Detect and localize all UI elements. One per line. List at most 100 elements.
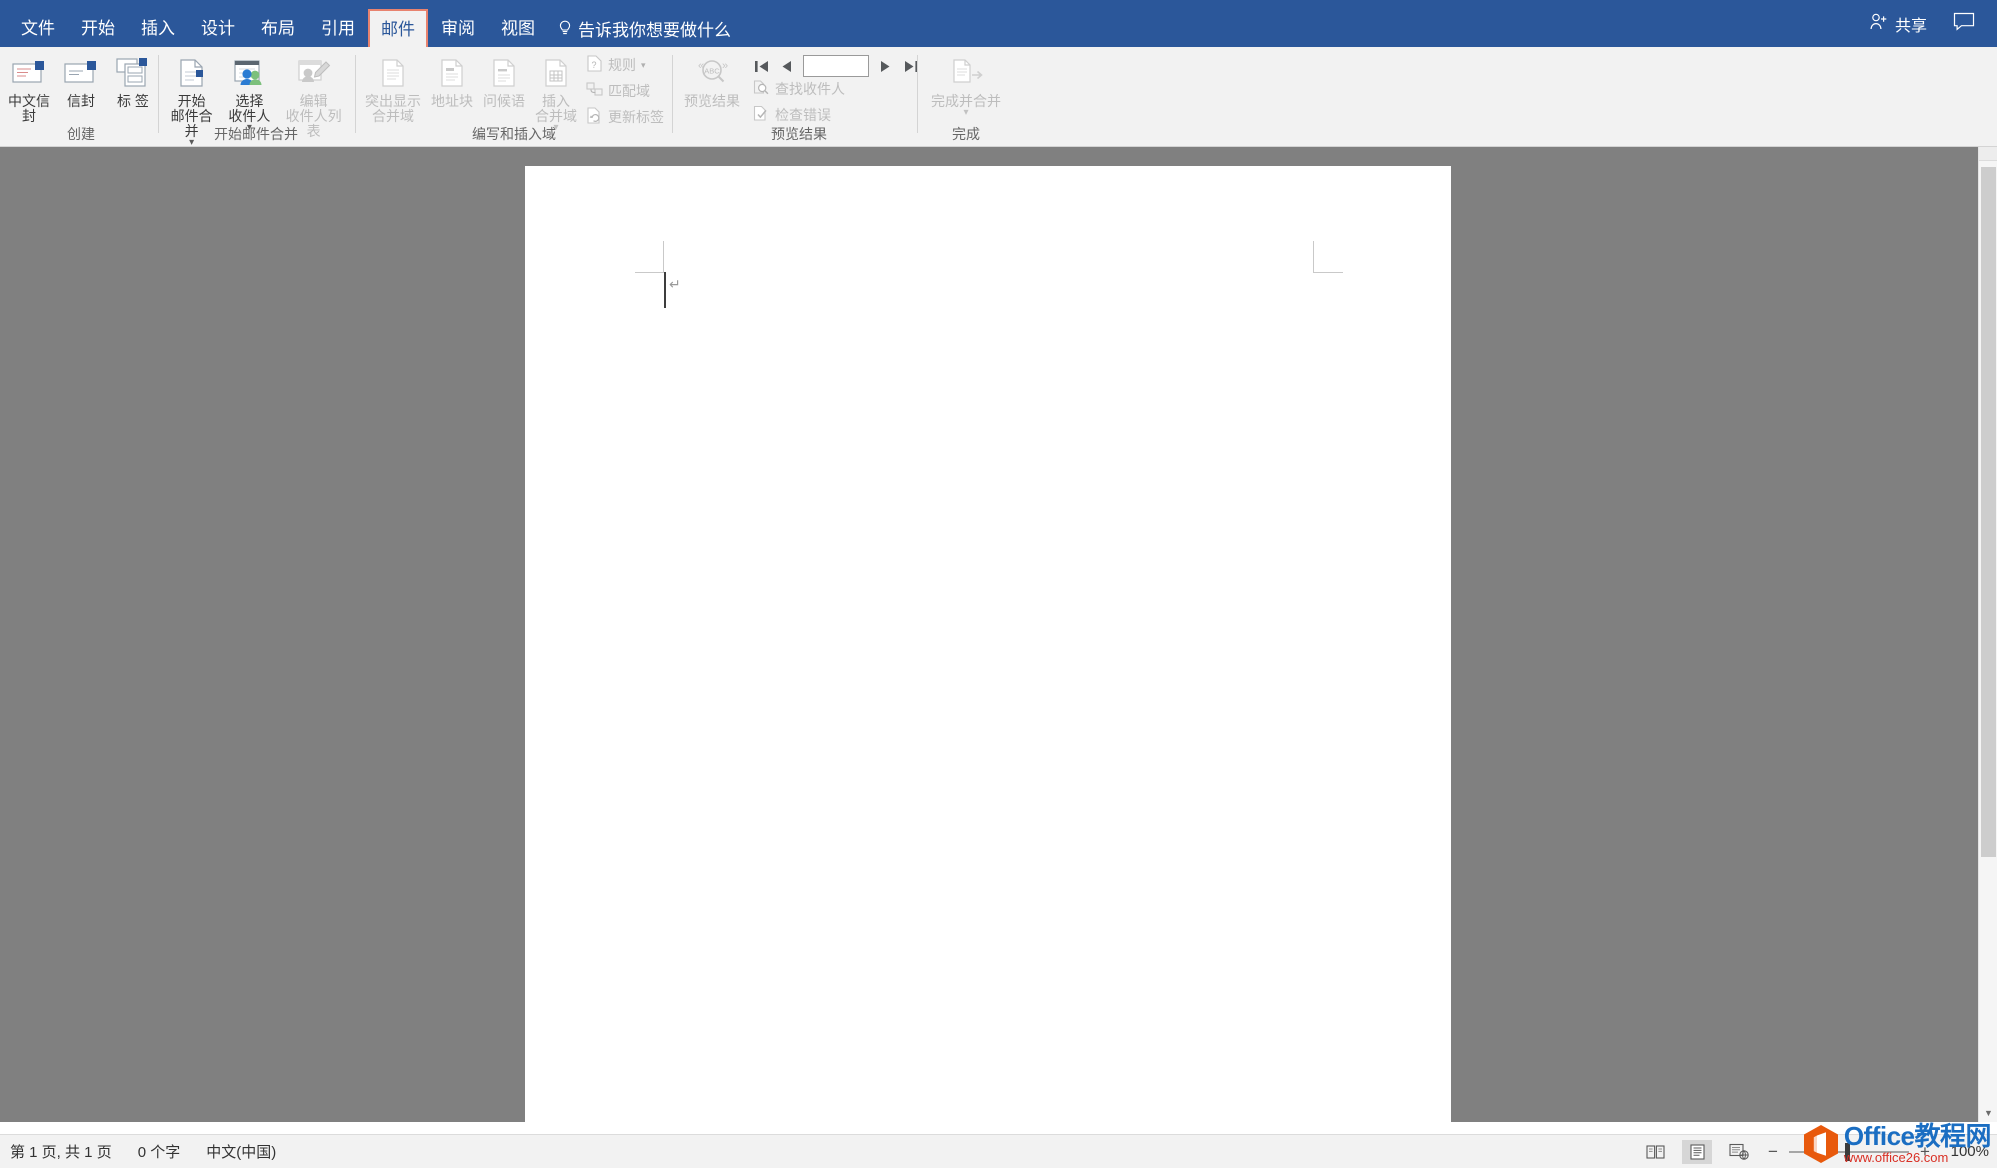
titlebar-right-actions: 共享 [1869,0,1989,47]
group-divider [917,55,918,133]
envelopes-label: 信封 [67,94,95,109]
zoom-in-button[interactable]: + [1918,1142,1932,1162]
share-button[interactable]: 共享 [1869,12,1927,36]
envelope-icon [63,53,99,93]
lightbulb-icon [558,20,572,36]
read-mode-view-button[interactable] [1640,1140,1670,1164]
tab-file[interactable]: 文件 [8,9,68,47]
write-insert-small-buttons: ? 规则 ▾ 匹配域 更新 [582,51,668,127]
zoom-slider-thumb[interactable] [1845,1143,1850,1161]
word-application-window: 文件 开始 插入 设计 布局 引用 邮件 审阅 视图 告诉我你想要做什么 共享 [0,0,1997,1168]
match-fields-label: 匹配域 [608,81,650,101]
tab-layout[interactable]: 布局 [248,9,308,47]
last-record-icon[interactable] [901,56,921,76]
tab-review[interactable]: 审阅 [428,9,488,47]
preview-results-label: 预览结果 [684,94,740,109]
first-record-icon[interactable] [751,56,771,76]
find-recipient-button[interactable]: 查找收件人 [749,79,923,99]
tab-home[interactable]: 开始 [68,9,128,47]
ribbon-group-create: 中文信封 信封 [4,47,158,147]
word-count[interactable]: 0 个字 [138,1141,181,1162]
greeting-line-button[interactable]: 问候语 [478,51,530,109]
margin-mark-top-left-vertical [663,241,664,273]
labels-icon [115,53,151,93]
margin-mark-top-right-horizontal [1313,272,1343,273]
split-window-handle[interactable] [1979,147,1997,161]
start-mailmerge-icon [174,53,210,93]
ribbon: 中文信封 信封 [0,47,1997,147]
svg-text:«: « [698,60,704,72]
highlight-merge-fields-button[interactable]: 突出显示 合并域 [360,51,426,124]
find-recipient-label: 查找收件人 [775,79,845,99]
svg-text:»: » [722,60,728,72]
svg-text:?: ? [592,60,597,70]
tell-me-box[interactable]: 告诉我你想要做什么 [548,9,741,47]
preview-small-buttons: 查找收件人 检查错误 [749,77,923,125]
zoom-slider[interactable] [1789,1151,1909,1153]
document-page[interactable]: ↵ [525,166,1451,1125]
record-number-input[interactable] [803,55,869,77]
record-navigation [749,51,923,77]
chevron-down-icon[interactable]: ▾ [641,61,646,70]
preview-results-button[interactable]: ABC « » 预览结果 [675,51,749,109]
group-divider [672,55,673,133]
match-fields-button[interactable]: 匹配域 [582,81,668,101]
rules-button[interactable]: ? 规则 ▾ [582,55,668,75]
chevron-down-icon[interactable]: ▾ [963,108,968,118]
ribbon-group-write-insert-fields-label: 编写和插入域 [358,124,670,144]
highlight-merge-fields-label: 突出显示 合并域 [365,94,421,124]
tab-insert[interactable]: 插入 [128,9,188,47]
ribbon-group-preview-results-label: 预览结果 [675,124,923,144]
tab-references[interactable]: 引用 [308,9,368,47]
svg-text:ABC: ABC [704,67,720,76]
ribbon-group-start-mail-merge-label: 开始邮件合并 [160,124,352,144]
web-layout-view-button[interactable] [1724,1140,1754,1164]
page-indicator[interactable]: 第 1 页, 共 1 页 [10,1141,112,1162]
edit-recipients-icon [295,53,333,93]
scroll-down-icon[interactable]: ▼ [1979,1104,1997,1122]
comments-button[interactable] [1953,12,1975,36]
ribbon-group-finish: 完成并合并 ▾ 完成 [920,47,1012,147]
rules-label: 规则 [608,55,636,75]
chinese-envelope-button[interactable]: 中文信封 [3,51,55,124]
labels-button[interactable]: 标 签 [107,51,159,109]
tab-design[interactable]: 设计 [188,9,248,47]
person-add-icon [1869,12,1888,36]
language-indicator[interactable]: 中文(中国) [206,1141,276,1162]
check-errors-icon [753,105,770,125]
finish-and-merge-button[interactable]: 完成并合并 ▾ [924,51,1008,118]
check-errors-button[interactable]: 检查错误 [749,105,923,125]
margin-mark-top-right-vertical [1313,241,1314,273]
chinese-envelope-label: 中文信封 [8,94,50,124]
status-bar: 第 1 页, 共 1 页 0 个字 中文(中国) − + 100% [0,1134,1997,1168]
insert-merge-field-label: 插入 合并域 [535,94,577,124]
tab-mailings[interactable]: 邮件 [368,9,428,47]
rules-icon: ? [586,55,603,75]
select-recipients-button[interactable]: 选择 收件人 ▾ [223,51,275,133]
previous-record-icon[interactable] [777,56,797,76]
print-layout-view-button[interactable] [1682,1140,1712,1164]
comment-icon [1953,12,1975,36]
tab-view[interactable]: 视图 [488,9,548,47]
finish-merge-icon [946,53,986,93]
zoom-out-button[interactable]: − [1766,1142,1780,1162]
insert-merge-field-button[interactable]: 插入 合并域 ▾ [530,51,582,133]
envelope-cn-icon [11,53,47,93]
ribbon-tabs: 文件 开始 插入 设计 布局 引用 邮件 审阅 视图 告诉我你想要做什么 [0,0,741,47]
labels-label: 标 签 [116,94,150,109]
vertical-scrollbar[interactable]: ▲ ▼ [1978,147,1997,1122]
greeting-line-icon [488,53,520,93]
next-record-icon[interactable] [875,56,895,76]
zoom-level-label[interactable]: 100% [1941,1143,1989,1160]
group-divider [355,55,356,133]
group-divider [158,55,159,133]
margin-mark-top-left-horizontal [635,272,665,273]
address-block-button[interactable]: 地址块 [426,51,478,109]
select-recipients-label: 选择 收件人 [228,94,270,124]
ribbon-tab-bar: 文件 开始 插入 设计 布局 引用 邮件 审阅 视图 告诉我你想要做什么 共享 [0,0,1997,47]
scrollbar-thumb[interactable] [1981,167,1996,857]
address-block-label: 地址块 [431,94,473,109]
envelopes-button[interactable]: 信封 [55,51,107,109]
address-block-icon [436,53,468,93]
select-recipients-icon [230,53,268,93]
